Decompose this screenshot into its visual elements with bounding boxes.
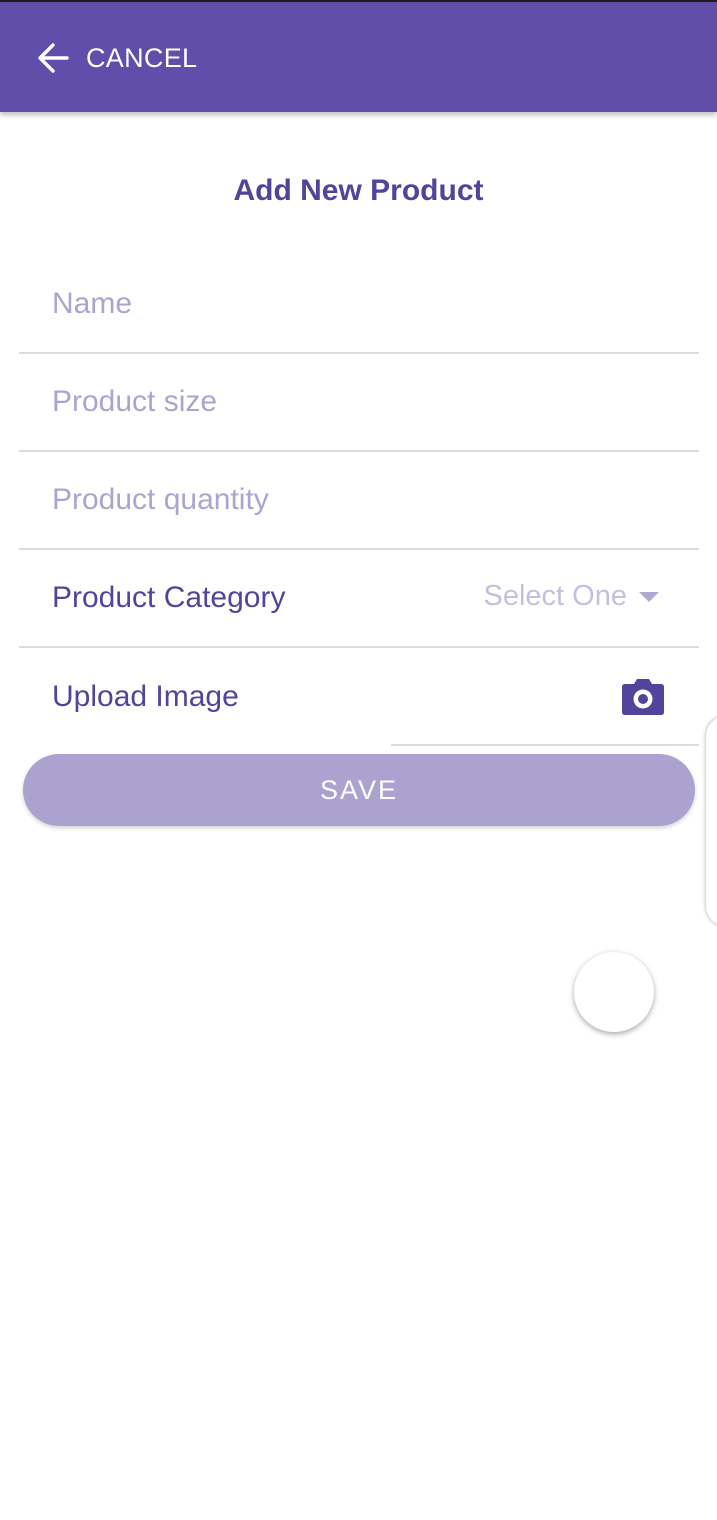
save-label: SAVE bbox=[319, 774, 399, 805]
product-size-field bbox=[19, 354, 699, 452]
arrow-left-icon bbox=[36, 41, 70, 75]
upload-image-label: Upload Image bbox=[52, 680, 239, 713]
page-title: Add New Product bbox=[233, 174, 484, 207]
edge-panel-handle[interactable] bbox=[706, 716, 717, 926]
app-bar: CANCEL bbox=[0, 0, 717, 112]
product-category-label: Product Category bbox=[52, 581, 286, 614]
product-category-dropdown[interactable]: Select One bbox=[484, 580, 659, 613]
app-screen: CANCEL Add New Product Product Category … bbox=[0, 0, 717, 1520]
status-bar-edge bbox=[0, 0, 717, 2]
product-quantity-input[interactable] bbox=[19, 452, 699, 548]
name-field bbox=[19, 256, 699, 354]
product-size-input[interactable] bbox=[19, 354, 699, 450]
upload-image-row: Upload Image bbox=[19, 648, 699, 746]
floating-assistive-button[interactable] bbox=[574, 952, 654, 1032]
save-button[interactable]: SAVE bbox=[23, 754, 695, 826]
product-category-row: Product Category Select One bbox=[19, 550, 699, 648]
product-category-selected: Select One bbox=[483, 580, 627, 612]
dropdown-caret-icon bbox=[639, 591, 659, 602]
cancel-label: CANCEL bbox=[86, 42, 198, 73]
product-quantity-field bbox=[19, 452, 699, 550]
cancel-button[interactable]: CANCEL bbox=[36, 36, 197, 80]
name-input[interactable] bbox=[19, 256, 699, 352]
upload-image-underline bbox=[391, 744, 699, 746]
camera-icon[interactable] bbox=[621, 678, 665, 716]
